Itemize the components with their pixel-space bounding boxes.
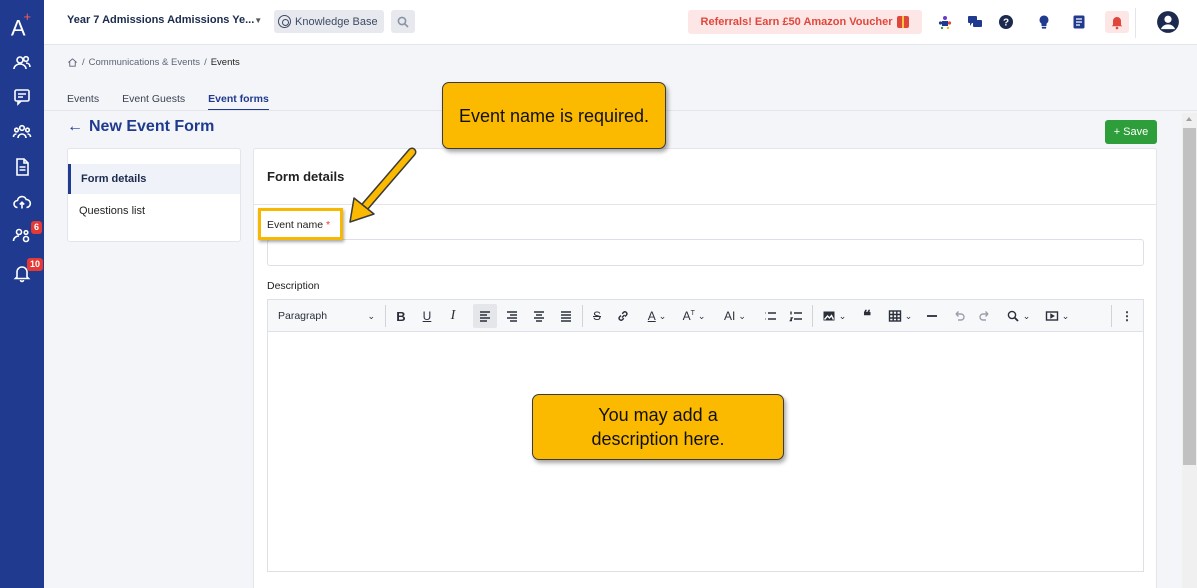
chat-icon[interactable] [0,82,44,112]
breadcrumb-events: Events [210,57,240,68]
description-callout: You may add a description here. [532,394,784,460]
horizontal-line-button[interactable] [921,304,943,328]
community-icon[interactable] [935,12,955,32]
nav-questions-list[interactable]: Questions list [68,196,240,226]
search-icon [397,16,409,28]
tab-bar: Events Event Guests Event forms [67,93,292,111]
strikethrough-button[interactable]: S [586,304,608,328]
tab-event-guests[interactable]: Event Guests [122,93,185,111]
chevron-down-icon: ▼ [254,16,263,25]
paragraph-style-select[interactable]: Paragraph ⌄ [274,304,379,328]
bell-icon[interactable]: 10 [0,258,44,288]
font-size-button[interactable]: AT ⌄ [677,304,711,328]
nav-form-details[interactable]: Form details [68,164,240,194]
referral-label: Referrals! Earn £50 Amazon Voucher [700,16,893,28]
page-title: ← New Event Form [67,118,214,136]
event-name-input[interactable] [267,239,1144,266]
chevron-down-icon: ⌄ [367,310,375,321]
back-arrow-icon[interactable]: ← [67,118,83,136]
breadcrumb-communications[interactable]: Communications & Events [89,57,200,68]
numbered-list-button[interactable] [785,304,807,328]
insert-table-button[interactable]: ⌄ [883,304,917,328]
app-logo[interactable]: A+ [0,4,44,42]
document-icon[interactable] [0,152,44,182]
messages-icon[interactable] [965,12,985,32]
svg-text:?: ? [1003,18,1009,29]
scrollbar-thumb[interactable] [1183,128,1196,465]
referral-banner[interactable]: Referrals! Earn £50 Amazon Voucher [688,10,922,34]
save-button[interactable]: + Save [1105,120,1157,144]
knowledge-base-button[interactable]: Knowledge Base [274,10,384,33]
more-options-icon[interactable]: ⋮ [1116,304,1138,328]
bullet-list-button[interactable] [759,304,781,328]
lifebuoy-icon [278,15,291,28]
breadcrumb: / Communications & Events / Events [67,57,240,68]
search-button[interactable] [391,10,415,33]
notes-icon[interactable] [1069,12,1089,32]
italic-button[interactable]: I [442,304,464,328]
plus-icon: + [1113,126,1121,138]
card-title: Form details [267,169,345,184]
bold-button[interactable]: B [390,304,412,328]
event-name-highlight [258,208,343,240]
rail-badge: 6 [31,221,43,234]
rail-badge: 10 [27,258,44,271]
link-icon[interactable] [612,304,634,328]
home-icon[interactable] [67,57,78,68]
user-avatar-icon[interactable] [1155,9,1181,35]
font-family-button[interactable]: AI ⌄ [718,304,752,328]
knowledge-base-label: Knowledge Base [295,15,378,28]
school-selector[interactable]: Year 7 Admissions Admissions Ye...▼ [67,14,262,26]
insert-image-button[interactable]: ⌄ [817,304,851,328]
left-rail: A+ 6 10 [0,0,44,588]
page-scrollbar[interactable] [1182,113,1197,588]
save-label: Save [1123,126,1149,138]
breadcrumb-separator: / [82,57,85,68]
page-title-text: New Event Form [89,118,215,135]
tab-event-forms[interactable]: Event forms [208,93,269,111]
underline-button[interactable]: U [416,304,438,328]
callout-arrow [349,147,417,223]
divider [1135,8,1136,38]
description-label: Description [267,280,320,292]
people-icon[interactable] [0,48,44,78]
event-name-callout: Event name is required. [442,82,666,149]
cloud-upload-icon[interactable] [0,187,44,217]
group-icon[interactable] [0,117,44,147]
undo-icon[interactable] [948,304,970,328]
align-right-button[interactable] [500,304,524,328]
lightbulb-icon[interactable] [1034,12,1054,32]
breadcrumb-separator: / [204,57,207,68]
align-center-button[interactable] [527,304,551,328]
gift-icon [897,16,910,28]
tab-events[interactable]: Events [67,93,99,111]
user-settings-icon[interactable]: 6 [0,221,44,251]
redo-icon[interactable] [974,304,996,328]
form-section-nav: Form details Questions list [67,148,241,242]
editor-toolbar: Paragraph ⌄ B U I S A ⌄ AT ⌄ AI ⌄ ⌄ ❝ ⌄ … [267,299,1144,332]
bell-alert-icon[interactable] [1105,11,1129,33]
font-color-button[interactable]: A ⌄ [640,304,674,328]
scroll-up-arrow[interactable] [1186,117,1192,121]
help-icon[interactable]: ? [996,12,1016,32]
insert-media-button[interactable]: ⌄ [1040,304,1074,328]
blockquote-button[interactable]: ❝ [856,304,878,328]
align-left-button[interactable] [473,304,497,328]
align-justify-button[interactable] [554,304,578,328]
top-bar: Year 7 Admissions Admissions Ye...▼ Know… [44,0,1197,45]
find-replace-button[interactable]: ⌄ [1001,304,1035,328]
